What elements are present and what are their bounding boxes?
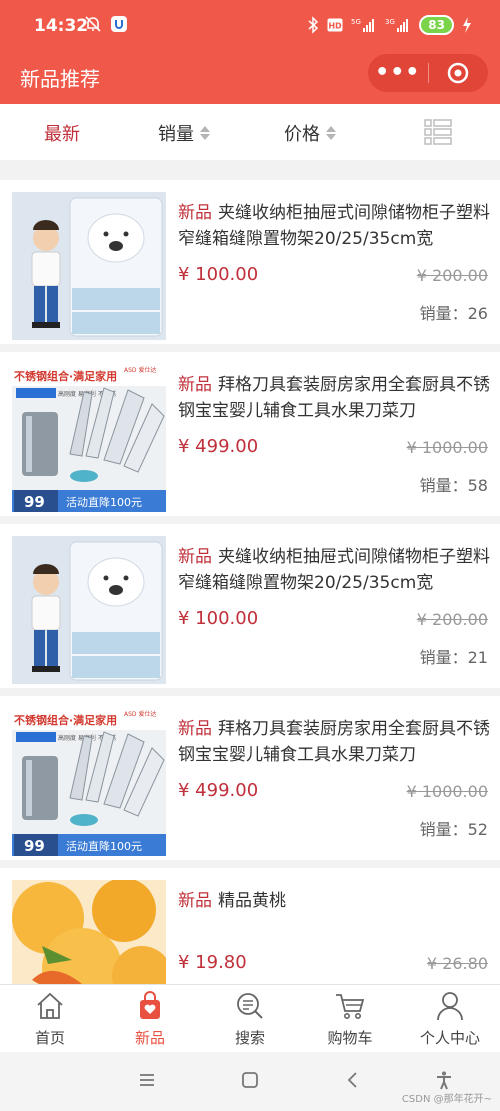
- watermark: CSDN @那年花开~: [401, 1094, 492, 1105]
- product-image-cabinet[interactable]: [12, 192, 166, 340]
- product-image-peach[interactable]: [12, 880, 166, 984]
- product-image-cabinet[interactable]: [12, 536, 166, 684]
- sales-count: 销量：21: [419, 648, 488, 667]
- filter-sales[interactable]: 销量: [158, 120, 210, 146]
- tab-new-label: 新品: [134, 1029, 165, 1047]
- product-title: 拜格刀具套装厨房家用全套厨具不锈钢宝宝婴儿辅食工具水果刀菜刀: [178, 375, 490, 421]
- page-title: 新品推荐: [20, 67, 100, 91]
- home-icon: [37, 992, 63, 1019]
- system-nav-bar: CSDN @那年花开~: [0, 1052, 500, 1111]
- filter-bar: 最新 销量 价格: [0, 104, 500, 160]
- banner-brand: ASD 爱仕达: [124, 366, 156, 374]
- tab-cart-label: 购物车: [327, 1029, 373, 1047]
- user-icon: [437, 992, 463, 1021]
- sort-arrows-icon: [326, 126, 336, 140]
- product-name: 新品 拜格刀具套装厨房家用全套厨具不锈钢宝宝婴儿辅食工具水果刀菜刀: [178, 716, 490, 768]
- menu-icon[interactable]: [138, 1070, 156, 1090]
- tab-search-label: 搜索: [234, 1029, 265, 1047]
- tab-new[interactable]: 新品: [100, 991, 200, 1048]
- product-title: 拜格刀具套装厨房家用全套厨具不锈钢宝宝婴儿辅食工具水果刀菜刀: [178, 719, 490, 765]
- app-shield-icon: [111, 16, 127, 32]
- new-tag: 新品: [178, 891, 212, 911]
- status-time: 14:32: [34, 16, 89, 36]
- product-price: ¥ 100.00: [178, 608, 259, 629]
- original-price: ¥ 1000.00: [406, 782, 488, 801]
- filter-sales-label: 销量: [158, 124, 194, 145]
- filter-price[interactable]: 价格: [284, 120, 336, 146]
- more-button[interactable]: •••: [368, 54, 428, 92]
- bag-heart-icon: [140, 991, 160, 1019]
- product-image-knives[interactable]: 不锈钢组合·满足家用 高刚度 易磨利 不生锈 ASD 爱仕达 99 活动直降10…: [12, 708, 166, 856]
- filter-latest-label: 最新: [44, 124, 80, 145]
- banner-headline: 不锈钢组合·满足家用: [14, 713, 117, 727]
- product-price: ¥ 499.00: [178, 780, 259, 801]
- product-name: 新品 夹缝收纳柜抽屉式间隙储物柜子塑料窄缝箱缝隙置物架20/25/35cm宽: [178, 200, 490, 252]
- home-square-icon[interactable]: [240, 1070, 260, 1090]
- product-price: ¥ 100.00: [178, 264, 259, 285]
- svg-text:HD: HD: [329, 22, 343, 31]
- status-bar: 14:32 HD 5G 3G 83: [0, 0, 500, 54]
- list-view-icon[interactable]: [424, 119, 452, 145]
- notification-off-icon: [85, 16, 101, 32]
- product-title: 夹缝收纳柜抽屉式间隙储物柜子塑料窄缝箱缝隙置物架20/25/35cm宽: [178, 547, 490, 593]
- banner-brand: ASD 爱仕达: [124, 710, 156, 718]
- product-card[interactable]: 不锈钢组合·满足家用 高刚度 易磨利 不生锈 ASD 爱仕达 99 活动直降10…: [0, 696, 500, 860]
- product-name: 新品 拜格刀具套装厨房家用全套厨具不锈钢宝宝婴儿辅食工具水果刀菜刀: [178, 372, 490, 424]
- sales-count: 销量：26: [419, 304, 488, 323]
- charging-icon: [463, 17, 471, 33]
- nav-bar: 新品推荐 •••: [0, 54, 500, 104]
- new-tag: 新品: [178, 719, 212, 739]
- sales-count: 销量：52: [419, 820, 488, 839]
- product-image-knives[interactable]: 不锈钢组合·满足家用 高刚度 易磨利 不生锈 ASD 爱仕达 99 活动直降10…: [12, 364, 166, 512]
- back-icon[interactable]: [344, 1070, 362, 1090]
- svg-text:5G: 5G: [351, 18, 361, 26]
- product-title: 精品黄桃: [218, 891, 286, 911]
- accessibility-icon[interactable]: [434, 1070, 454, 1090]
- product-title: 夹缝收纳柜抽屉式间隙储物柜子塑料窄缝箱缝隙置物架20/25/35cm宽: [178, 203, 490, 249]
- product-card[interactable]: 新品 精品黄桃 ¥ 19.80 ¥ 26.80: [0, 868, 500, 984]
- banner-promo: 活动直降100元: [66, 839, 142, 853]
- cart-icon: [336, 994, 365, 1019]
- search-icon: [237, 993, 263, 1019]
- sort-arrows-icon: [200, 126, 210, 140]
- tab-search[interactable]: 搜索: [200, 991, 300, 1048]
- tab-profile[interactable]: 个人中心: [400, 991, 500, 1048]
- svg-text:3G: 3G: [385, 18, 395, 26]
- miniprogram-capsule: •••: [368, 54, 488, 92]
- bluetooth-icon: [308, 16, 319, 34]
- new-tag: 新品: [178, 203, 212, 223]
- banner-promo: 活动直降100元: [66, 495, 142, 509]
- original-price: ¥ 1000.00: [406, 438, 488, 457]
- product-card[interactable]: 新品 夹缝收纳柜抽屉式间隙储物柜子塑料窄缝箱缝隙置物架20/25/35cm宽 ¥ …: [0, 180, 500, 344]
- battery-level: 83: [419, 15, 454, 35]
- product-name: 新品 夹缝收纳柜抽屉式间隙储物柜子塑料窄缝箱缝隙置物架20/25/35cm宽: [178, 544, 490, 596]
- product-card[interactable]: 新品 夹缝收纳柜抽屉式间隙储物柜子塑料窄缝箱缝隙置物架20/25/35cm宽 ¥ …: [0, 524, 500, 688]
- original-price: ¥ 200.00: [416, 266, 488, 285]
- product-card[interactable]: 不锈钢组合·满足家用 高刚度 易磨利 不生锈 ASD 爱仕达 99 活动直降10…: [0, 352, 500, 516]
- original-price: ¥ 200.00: [416, 610, 488, 629]
- tab-cart[interactable]: 购物车: [300, 991, 400, 1048]
- filter-latest[interactable]: 最新: [44, 120, 80, 146]
- close-button[interactable]: [428, 61, 488, 85]
- tab-home-label: 首页: [34, 1029, 65, 1047]
- product-name: 新品 精品黄桃: [178, 888, 490, 914]
- original-price: ¥ 26.80: [426, 954, 488, 973]
- hd-icon: HD: [327, 18, 343, 32]
- sales-count: 销量：58: [419, 476, 488, 495]
- signal-3g-icon: 3G: [385, 18, 409, 32]
- product-price: ¥ 499.00: [178, 436, 259, 457]
- tab-home[interactable]: 首页: [0, 991, 100, 1048]
- banner-headline: 不锈钢组合·满足家用: [14, 369, 117, 383]
- filter-price-label: 价格: [284, 124, 320, 145]
- product-price: ¥ 19.80: [178, 952, 247, 973]
- tab-bar: 首页 新品 搜索 购物车 个人中心: [0, 984, 500, 1053]
- signal-5g-icon: 5G: [351, 18, 375, 32]
- banner-price-tag: 99: [24, 493, 45, 511]
- new-tag: 新品: [178, 547, 212, 567]
- new-tag: 新品: [178, 375, 212, 395]
- banner-price-tag: 99: [24, 837, 45, 855]
- tab-profile-label: 个人中心: [419, 1029, 480, 1047]
- target-close-icon: [447, 62, 469, 84]
